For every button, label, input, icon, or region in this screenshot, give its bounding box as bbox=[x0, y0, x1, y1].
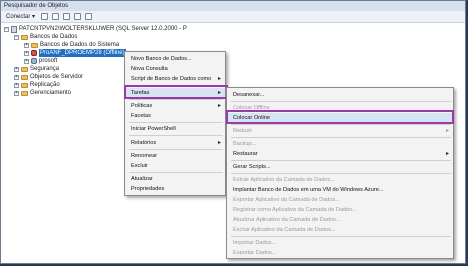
databases-label: Bancos de Dados bbox=[30, 34, 78, 40]
menu-item-reports[interactable]: Relatórios ▸ bbox=[125, 138, 225, 148]
tree-node-management[interactable]: + Gerenciamento bbox=[14, 89, 71, 97]
replication-label: Replicação bbox=[30, 82, 60, 88]
tree-node-replication[interactable]: + Replicação bbox=[14, 81, 60, 89]
expand-icon[interactable]: + bbox=[14, 74, 19, 80]
tree-node-prosoft[interactable]: + prosoft bbox=[24, 57, 57, 65]
menu-separator bbox=[129, 172, 223, 173]
selected-database-label: ProANF_DPROEMP28 (Offline) bbox=[39, 49, 126, 57]
menu-separator bbox=[129, 122, 223, 123]
panel-title: Pesquisador de Objetos bbox=[1, 1, 465, 11]
menu-separator bbox=[231, 236, 451, 237]
tasks-submenu: Desanexar... Colocar Offline Colocar Onl… bbox=[226, 87, 454, 259]
menu-item-label: Tarefas bbox=[131, 90, 150, 96]
menu-item-tasks[interactable]: Tarefas ▸ bbox=[125, 88, 225, 98]
menu-separator bbox=[129, 135, 223, 136]
menu-item-script-database[interactable]: Script de Banco de Dados como ▸ bbox=[125, 74, 225, 84]
submenu-item-bring-online[interactable]: Colocar Online bbox=[227, 113, 453, 123]
folder-icon bbox=[31, 42, 38, 48]
menu-separator bbox=[231, 173, 451, 174]
menu-separator bbox=[129, 85, 223, 86]
submenu-item-shrink[interactable]: Reduzir ▸ bbox=[227, 126, 453, 136]
menu-item-new-database[interactable]: Novo Banco de Dados... bbox=[125, 54, 225, 64]
submenu-arrow-icon: ▸ bbox=[217, 76, 221, 82]
tree-node-selected-database[interactable]: + ProANF_DPROEMP28 (Offline) bbox=[24, 49, 126, 57]
collapse-icon[interactable]: − bbox=[14, 34, 19, 40]
expand-icon[interactable]: + bbox=[24, 50, 29, 56]
collapse-icon[interactable]: − bbox=[4, 26, 9, 32]
menu-item-properties[interactable]: Propriedades bbox=[125, 184, 225, 194]
toolbar: Conectar ▾ bbox=[1, 11, 465, 23]
menu-item-refresh[interactable]: Atualizar bbox=[125, 174, 225, 184]
menu-item-label: Políticas bbox=[131, 103, 153, 109]
submenu-item-extract-dac[interactable]: Extrair Aplicativo da Camada de Dados... bbox=[227, 175, 453, 185]
submenu-item-register-dac[interactable]: Registrar como Aplicativo da Camada de D… bbox=[227, 205, 453, 215]
menu-item-rename[interactable]: Renomear bbox=[125, 151, 225, 161]
menu-item-start-powershell[interactable]: Iniciar PowerShell bbox=[125, 124, 225, 134]
context-menu: Novo Banco de Dados... Nova Consulta Scr… bbox=[124, 51, 226, 196]
menu-separator bbox=[129, 149, 223, 150]
submenu-arrow-icon: ▸ bbox=[445, 151, 449, 157]
management-label: Gerenciamento bbox=[30, 90, 72, 96]
submenu-item-generate-scripts[interactable]: Gerar Scripts... bbox=[227, 162, 453, 172]
connect-icon[interactable] bbox=[41, 13, 49, 20]
submenu-item-export-data[interactable]: Exportar Dados... bbox=[227, 248, 453, 258]
expand-icon[interactable]: + bbox=[14, 66, 19, 72]
server-label: PATCNTPVN2\WOLTERSKLUWER (SQL Server 12.… bbox=[19, 26, 187, 32]
submenu-item-deploy-azure-vm[interactable]: Implantar Banco de Dados em uma VM do Wi… bbox=[227, 185, 453, 195]
filter-icon[interactable] bbox=[74, 13, 82, 20]
menu-separator bbox=[231, 124, 451, 125]
folder-icon bbox=[21, 90, 28, 96]
menu-separator bbox=[231, 101, 451, 102]
security-label: Segurança bbox=[30, 66, 60, 72]
prosoft-label: prosoft bbox=[39, 58, 58, 64]
folder-icon bbox=[21, 66, 28, 72]
submenu-item-restore[interactable]: Restaurar ▸ bbox=[227, 149, 453, 159]
submenu-item-delete-dac[interactable]: Excluir Aplicativo da Camada de Dados... bbox=[227, 225, 453, 235]
menu-item-label: Reduzir bbox=[233, 128, 253, 134]
submenu-arrow-icon: ▸ bbox=[217, 103, 221, 109]
server-icon bbox=[11, 25, 17, 33]
menu-item-facets[interactable]: Facetas bbox=[125, 111, 225, 121]
stop-icon[interactable] bbox=[63, 13, 71, 20]
menu-item-label: Script de Banco de Dados como bbox=[131, 76, 212, 82]
menu-item-new-query[interactable]: Nova Consulta bbox=[125, 64, 225, 74]
submenu-item-detach[interactable]: Desanexar... bbox=[227, 90, 453, 100]
tree-node-server-objects[interactable]: + Objetos de Servidor bbox=[14, 73, 83, 81]
expand-icon[interactable]: + bbox=[14, 82, 19, 88]
disconnect-icon[interactable] bbox=[52, 13, 60, 20]
submenu-item-take-offline[interactable]: Colocar Offline bbox=[227, 103, 453, 113]
menu-separator bbox=[129, 99, 223, 100]
submenu-arrow-icon: ▸ bbox=[445, 128, 449, 134]
database-icon bbox=[31, 58, 37, 64]
submenu-item-backup[interactable]: Backup... bbox=[227, 139, 453, 149]
folder-icon bbox=[21, 34, 28, 40]
menu-item-policies[interactable]: Políticas ▸ bbox=[125, 101, 225, 111]
tree-node-system-databases[interactable]: + Bancos de Dados do Sistema bbox=[24, 41, 119, 49]
submenu-item-upgrade-dac[interactable]: Atualizar Aplicativo da Camada de Dados.… bbox=[227, 215, 453, 225]
submenu-item-import-data[interactable]: Importar Dados... bbox=[227, 238, 453, 248]
submenu-item-export-dac[interactable]: Exportar Aplicativo da Camada de Dados..… bbox=[227, 195, 453, 205]
submenu-arrow-icon: ▸ bbox=[217, 90, 221, 96]
menu-separator bbox=[231, 137, 451, 138]
database-offline-icon bbox=[31, 50, 37, 56]
folder-icon bbox=[21, 74, 28, 80]
tree-node-security[interactable]: + Segurança bbox=[14, 65, 59, 73]
folder-icon bbox=[21, 82, 28, 88]
tree-node-databases[interactable]: − Bancos de Dados bbox=[14, 33, 77, 41]
server-objects-label: Objetos de Servidor bbox=[30, 74, 84, 80]
menu-item-delete[interactable]: Excluir bbox=[125, 161, 225, 171]
menu-separator bbox=[231, 160, 451, 161]
refresh-icon[interactable] bbox=[85, 13, 93, 20]
system-databases-label: Bancos de Dados do Sistema bbox=[40, 42, 120, 48]
connect-button[interactable]: Conectar ▾ bbox=[4, 12, 37, 22]
menu-item-label: Restaurar bbox=[233, 151, 258, 157]
expand-icon[interactable]: + bbox=[14, 90, 19, 96]
expand-icon[interactable]: + bbox=[24, 58, 29, 64]
expand-icon[interactable]: + bbox=[24, 42, 29, 48]
tree-node-server[interactable]: − PATCNTPVN2\WOLTERSKLUWER (SQL Server 1… bbox=[4, 25, 187, 33]
submenu-arrow-icon: ▸ bbox=[217, 140, 221, 146]
menu-item-label: Relatórios bbox=[131, 140, 157, 146]
